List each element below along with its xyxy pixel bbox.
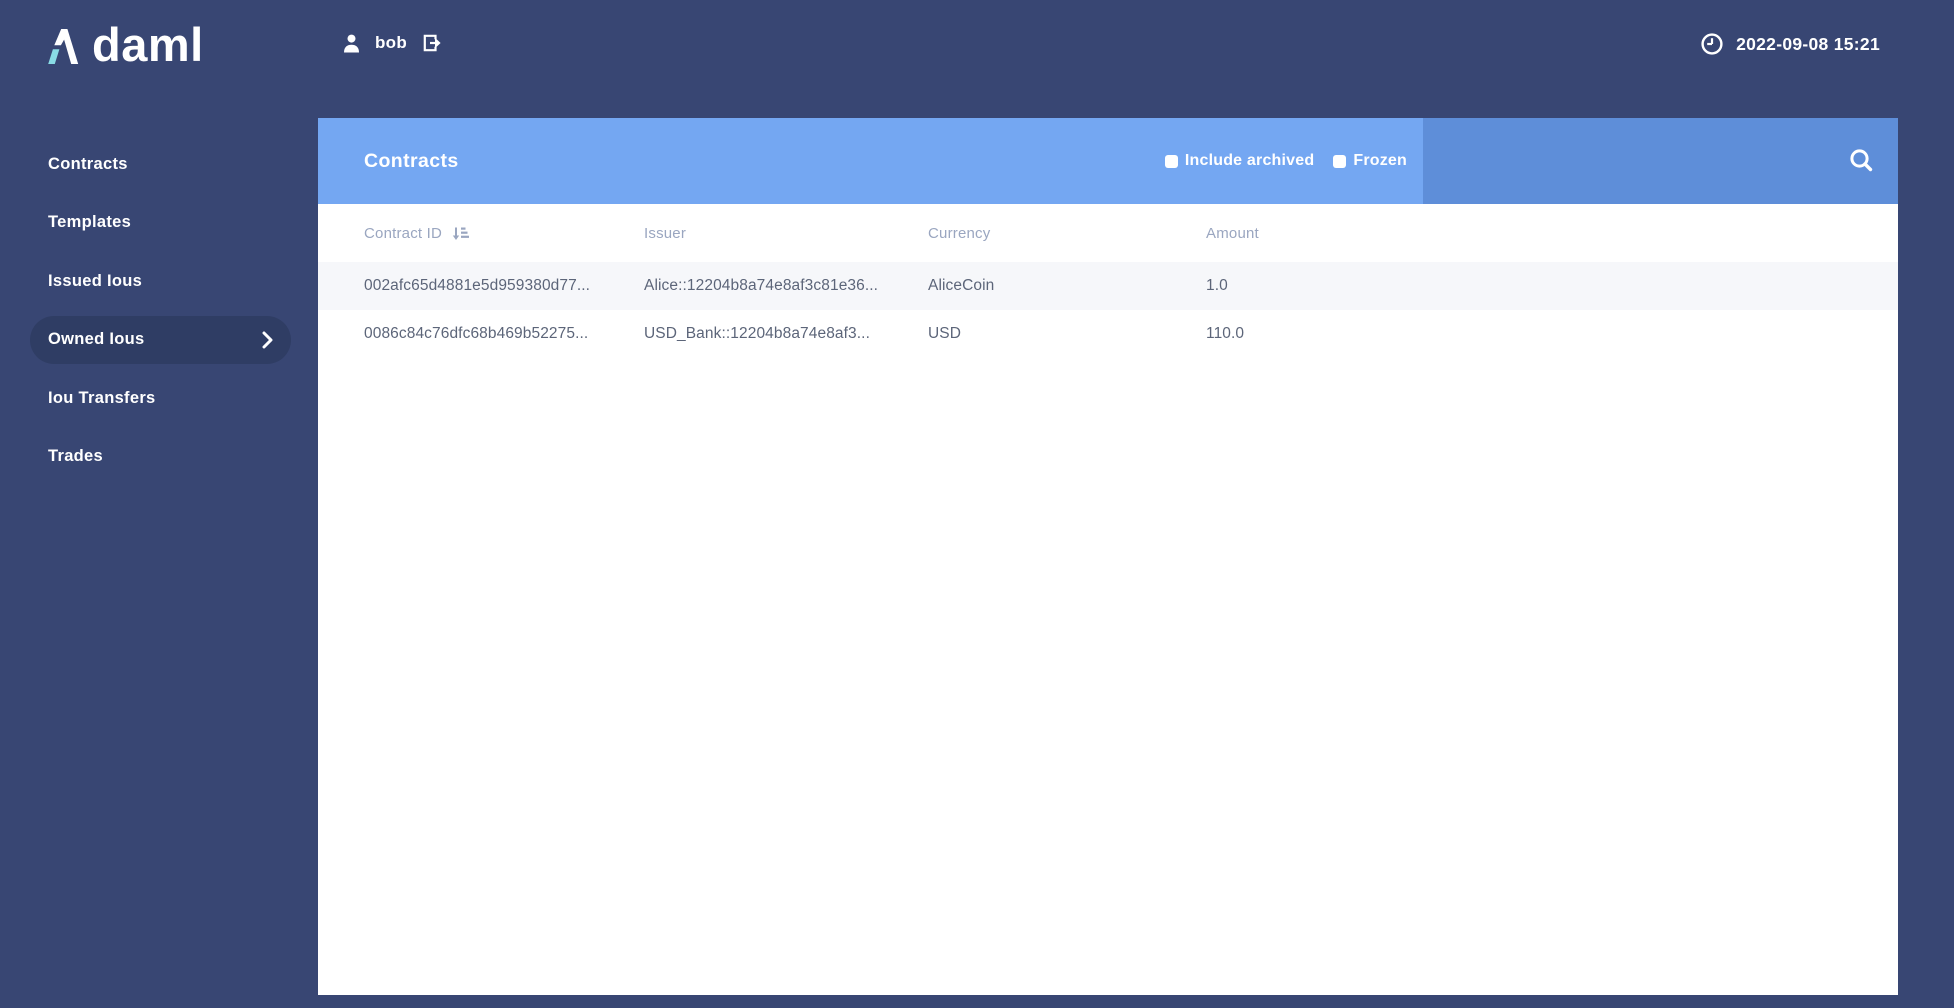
cell-issuer: USD_Bank::12204b8a74e8af3... bbox=[644, 325, 928, 343]
sidebar-item-label: Contracts bbox=[48, 155, 128, 174]
include-archived-checkbox[interactable]: Include archived bbox=[1165, 152, 1314, 170]
search-icon[interactable] bbox=[1847, 147, 1876, 176]
cell-contract-id: 002afc65d4881e5d959380d77... bbox=[364, 277, 644, 295]
cell-amount: 110.0 bbox=[1206, 325, 1898, 343]
sidebar-item-contracts[interactable]: Contracts bbox=[0, 140, 318, 188]
cell-currency: AliceCoin bbox=[928, 277, 1206, 295]
logout-button[interactable] bbox=[422, 33, 443, 53]
checkbox-box[interactable] bbox=[1333, 155, 1346, 168]
sidebar-item-label: Issued Ious bbox=[48, 272, 142, 291]
chevron-right-icon bbox=[262, 331, 273, 349]
cell-issuer: Alice::12204b8a74e8af3c81e36... bbox=[644, 277, 928, 295]
panel-header: Contracts Include archived Frozen bbox=[318, 118, 1898, 204]
sidebar-item-issued-ious[interactable]: Issued Ious bbox=[0, 257, 318, 305]
ledger-time-box: 2022-09-08 15:21 bbox=[1701, 33, 1880, 55]
sidebar-item-templates[interactable]: Templates bbox=[0, 199, 318, 247]
column-label: Amount bbox=[1206, 225, 1259, 242]
column-header-amount[interactable]: Amount bbox=[1206, 225, 1898, 242]
daml-lambda-icon bbox=[48, 29, 79, 65]
checkbox-label: Include archived bbox=[1185, 152, 1314, 170]
table-header-row: Contract ID Issuer Currency Amount bbox=[318, 204, 1898, 262]
column-header-contract-id[interactable]: Contract ID bbox=[364, 225, 644, 242]
sidebar-item-owned-ious[interactable]: Owned Ious bbox=[30, 316, 291, 364]
cell-contract-id: 0086c84c76dfc68b469b52275... bbox=[364, 325, 644, 343]
cell-amount: 1.0 bbox=[1206, 277, 1898, 295]
search-bar[interactable] bbox=[1423, 118, 1898, 204]
user-box: bob bbox=[343, 33, 443, 53]
sidebar-item-label: Templates bbox=[48, 213, 131, 232]
cell-currency: USD bbox=[928, 325, 1206, 343]
column-header-issuer[interactable]: Issuer bbox=[644, 225, 928, 242]
page-title: Contracts bbox=[318, 150, 1165, 173]
daml-navigator-app: daml bob 2022-09-08 15:21 Contracts bbox=[0, 0, 1954, 1008]
ledger-timestamp: 2022-09-08 15:21 bbox=[1736, 34, 1880, 55]
checkbox-box[interactable] bbox=[1165, 155, 1178, 168]
checkbox-label: Frozen bbox=[1353, 152, 1407, 170]
sidebar-item-label: Owned Ious bbox=[48, 330, 145, 349]
filter-checkboxes: Include archived Frozen bbox=[1165, 152, 1407, 170]
user-icon bbox=[343, 34, 360, 53]
column-label: Contract ID bbox=[364, 225, 442, 242]
sort-descending-icon[interactable] bbox=[452, 225, 469, 242]
clock-icon bbox=[1701, 33, 1723, 55]
sidebar-item-label: Trades bbox=[48, 447, 103, 466]
column-label: Issuer bbox=[644, 225, 686, 242]
table-row[interactable]: 0086c84c76dfc68b469b52275... USD_Bank::1… bbox=[318, 310, 1898, 358]
daml-logo: daml bbox=[48, 26, 204, 65]
contracts-panel: Contracts Include archived Frozen bbox=[318, 118, 1898, 995]
user-name: bob bbox=[375, 33, 407, 53]
table-row[interactable]: 002afc65d4881e5d959380d77... Alice::1220… bbox=[318, 262, 1898, 310]
sidebar-item-label: Iou Transfers bbox=[48, 389, 156, 408]
frozen-checkbox[interactable]: Frozen bbox=[1333, 152, 1407, 170]
logout-icon bbox=[422, 33, 443, 53]
sidebar: Contracts Templates Issued Ious Owned Io… bbox=[0, 140, 318, 481]
sidebar-item-iou-transfers[interactable]: Iou Transfers bbox=[0, 374, 318, 422]
sidebar-item-trades[interactable]: Trades bbox=[0, 433, 318, 481]
column-label: Currency bbox=[928, 225, 990, 242]
logo-wordmark: daml bbox=[92, 26, 204, 65]
column-header-currency[interactable]: Currency bbox=[928, 225, 1206, 242]
